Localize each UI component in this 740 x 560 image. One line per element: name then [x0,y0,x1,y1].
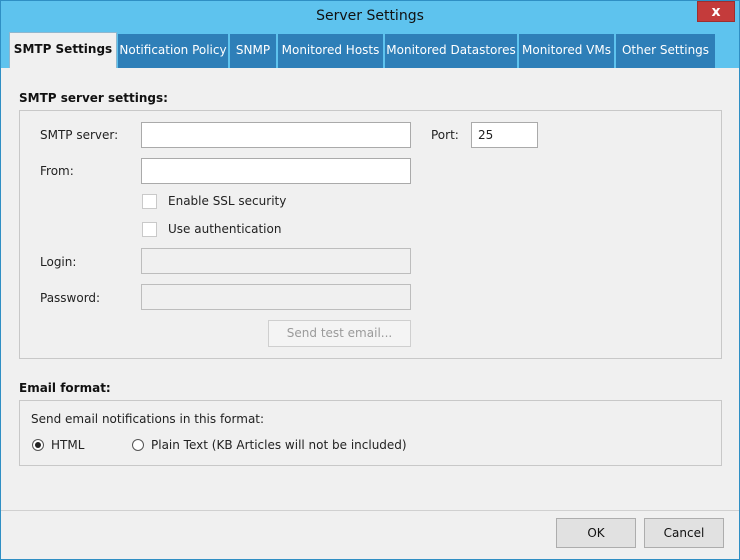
email-format-prompt: Send email notifications in this format: [31,412,265,426]
email-format-groupbox [19,400,722,466]
use-authentication-label: Use authentication [168,222,282,236]
tab-other-settings[interactable]: Other Settings [616,34,716,68]
tab-monitored-datastores[interactable]: Monitored Datastores [385,34,518,68]
smtp-server-label: SMTP server: [40,128,119,142]
tab-monitored-hosts[interactable]: Monitored Hosts [278,34,384,68]
ok-button[interactable]: OK [556,518,636,548]
tab-monitored-vms[interactable]: Monitored VMs [519,34,615,68]
password-label: Password: [40,291,101,305]
from-label: From: [40,164,74,178]
from-input[interactable] [141,158,411,184]
smtp-server-input[interactable] [141,122,411,148]
plain-text-format-radio[interactable] [132,439,144,451]
server-settings-dialog: Server Settings x SMTP Settings Notifica… [0,0,740,560]
use-authentication-checkbox[interactable] [142,222,157,237]
window-title: Server Settings [316,8,424,24]
close-button[interactable]: x [697,1,735,22]
send-test-email-button[interactable]: Send test email... [268,320,411,347]
title-bar: Server Settings x [1,1,739,32]
port-input[interactable] [471,122,538,148]
cancel-button[interactable]: Cancel [644,518,724,548]
tab-notification-policy[interactable]: Notification Policy [118,34,229,68]
enable-ssl-checkbox[interactable] [142,194,157,209]
html-format-label: HTML [51,438,85,452]
password-input[interactable] [141,284,411,310]
login-label: Login: [40,255,77,269]
enable-ssl-label: Enable SSL security [168,194,287,208]
tab-snmp[interactable]: SNMP [230,34,277,68]
html-format-radio[interactable] [32,439,44,451]
smtp-section-title: SMTP server settings: [19,91,168,105]
tab-smtp-settings[interactable]: SMTP Settings [9,32,117,68]
tab-strip: SMTP Settings Notification Policy SNMP M… [1,32,739,68]
footer-divider [1,510,739,511]
port-label: Port: [431,128,459,142]
login-input[interactable] [141,248,411,274]
email-format-section-title: Email format: [19,381,111,395]
plain-text-format-label: Plain Text (KB Articles will not be incl… [151,438,407,452]
